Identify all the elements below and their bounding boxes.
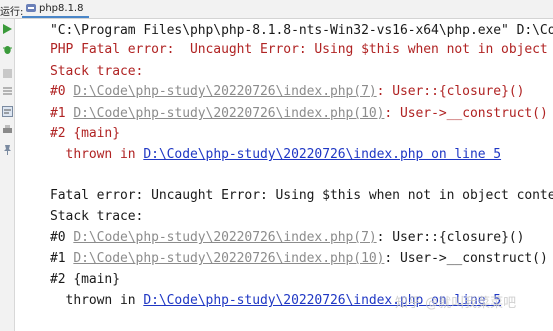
- run-panel-label: 运行:: [0, 7, 24, 18]
- trace-line-0: #0 D:\Code\php-study\20220726\index.php(…: [50, 84, 525, 99]
- pin-icon[interactable]: [1, 143, 13, 155]
- tab-label: php8.1.8: [39, 2, 84, 14]
- thrown-file-link[interactable]: D:\Code\php-study\20220726\index.php on …: [143, 147, 501, 162]
- trace-1-file-link-b[interactable]: D:\Code\php-study\20220726\index.php(10): [73, 251, 384, 266]
- scroll-to-end-icon[interactable]: [1, 85, 13, 97]
- trace-0-file-link[interactable]: D:\Code\php-study\20220726\index.php(7): [73, 84, 376, 99]
- trace-0-file-link-b[interactable]: D:\Code\php-study\20220726\index.php(7): [73, 230, 376, 245]
- stack-trace-heading: Stack trace:: [50, 64, 144, 79]
- trace-line-0-b: #0 D:\Code\php-study\20220726\index.php(…: [50, 230, 525, 245]
- soft-wrap-icon[interactable]: [1, 105, 13, 117]
- stack-trace-heading-2: Stack trace:: [50, 209, 144, 224]
- tab-php818[interactable]: php8.1.8: [22, 0, 90, 18]
- console-toolbar: [0, 19, 15, 331]
- command-line: "C:\Program Files\php\php-8.1.8-nts-Win3…: [50, 23, 553, 38]
- bug-icon[interactable]: [1, 43, 13, 55]
- console-output[interactable]: "C:\Program Files\php\php-8.1.8-nts-Win3…: [15, 19, 553, 331]
- thrown-line: thrown in D:\Code\php-study\20220726\ind…: [50, 147, 502, 162]
- fatal-error-line: Fatal error: Uncaught Error: Using $this…: [50, 188, 553, 203]
- trace-line-1: #1 D:\Code\php-study\20220726\index.php(…: [50, 106, 548, 121]
- print-icon[interactable]: [1, 123, 13, 135]
- php-fatal-error-line: PHP Fatal error: Uncaught Error: Using $…: [50, 42, 548, 57]
- stop-icon[interactable]: [1, 67, 13, 79]
- trace-line-2-b: #2 {main}: [50, 272, 120, 287]
- run-tab-bar: 运行: php8.1.8: [0, 0, 553, 19]
- trace-line-2: #2 {main}: [50, 126, 120, 141]
- trace-line-1-b: #1 D:\Code\php-study\20220726\index.php(…: [50, 251, 548, 266]
- zhihu-watermark: 知乎 @就叫我菜菜吧: [395, 296, 517, 311]
- trace-1-file-link[interactable]: D:\Code\php-study\20220726\index.php(10): [73, 106, 384, 121]
- run-icon[interactable]: [1, 23, 13, 35]
- php-script-icon: [26, 4, 36, 12]
